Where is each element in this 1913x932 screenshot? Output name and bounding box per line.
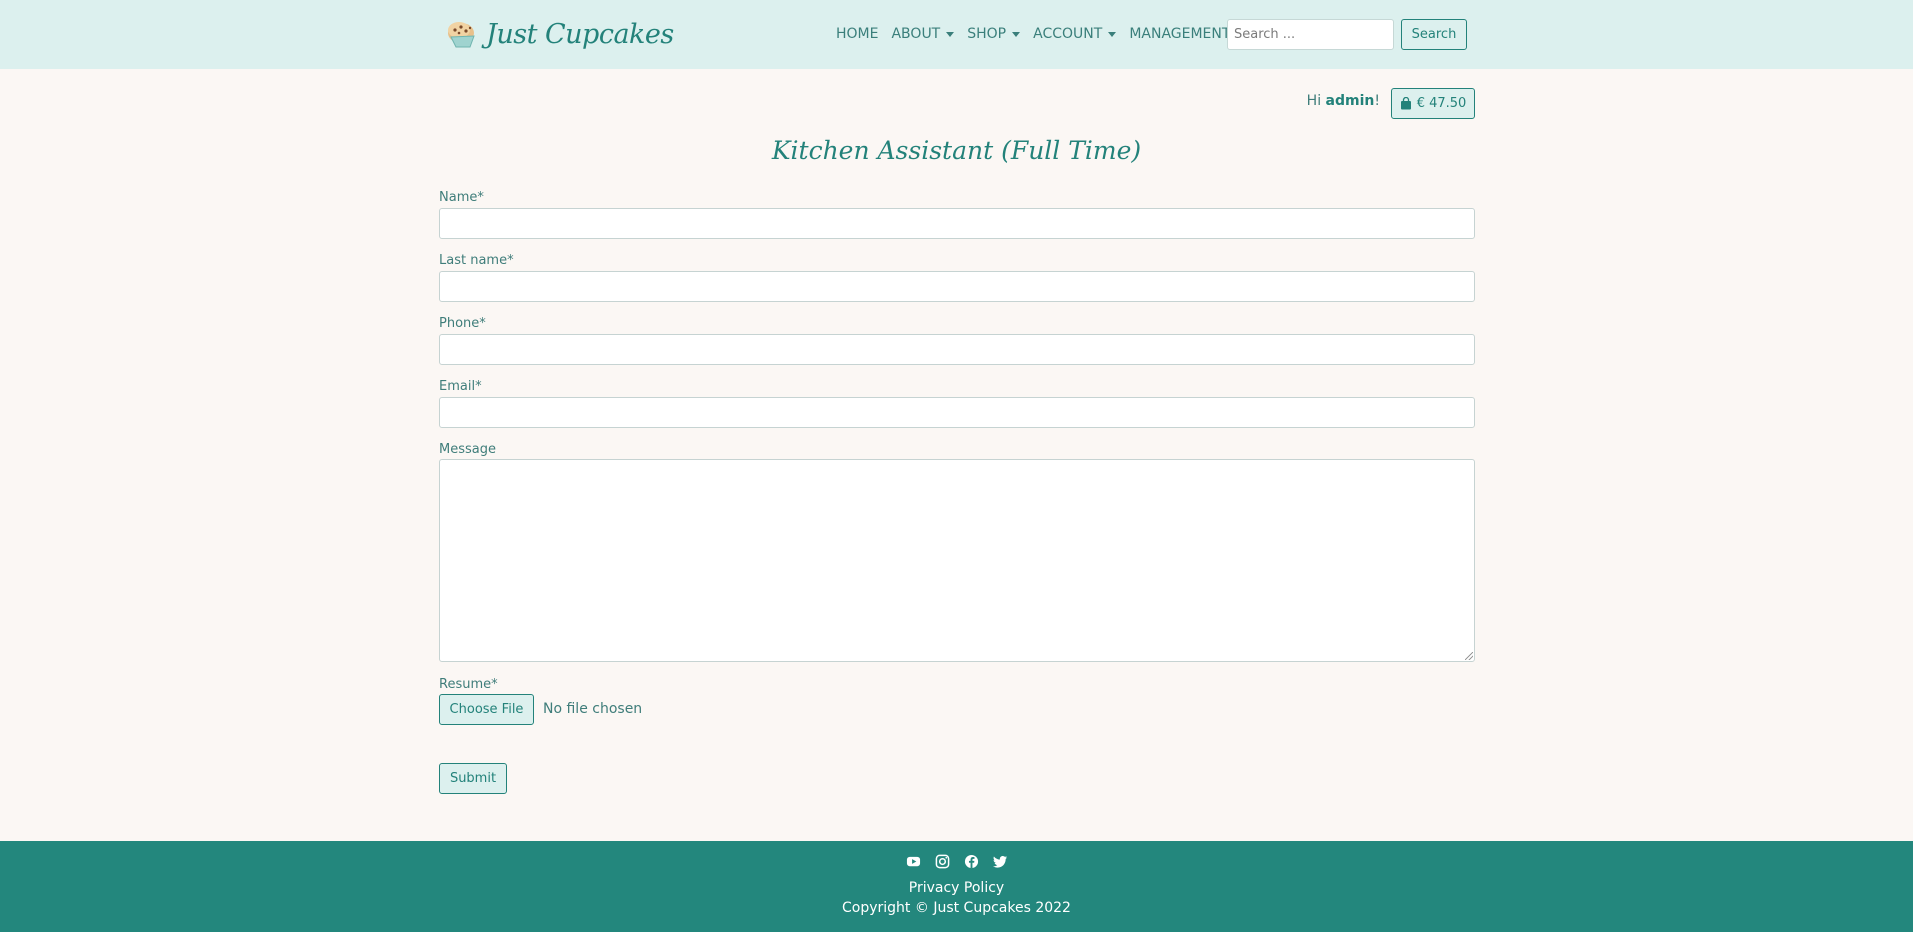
- twitter-icon[interactable]: [992, 854, 1008, 869]
- cart-total: € 47.50: [1416, 96, 1467, 111]
- resume-label: Resume*: [439, 677, 498, 692]
- privacy-policy-link[interactable]: Privacy Policy: [0, 880, 1913, 896]
- cart-button[interactable]: € 47.50: [1391, 88, 1475, 119]
- navbar: Just Cupcakes HOME ABOUT SHOP ACCOUNT MA…: [0, 0, 1913, 69]
- search-button[interactable]: Search: [1401, 19, 1467, 50]
- email-field[interactable]: [439, 397, 1475, 428]
- last-name-label: Last name*: [439, 253, 514, 268]
- instagram-icon[interactable]: [935, 854, 950, 869]
- greeting-suffix: !: [1374, 93, 1380, 109]
- nav-shop-label: SHOP: [967, 26, 1007, 42]
- last-name-field[interactable]: [439, 271, 1475, 302]
- username: admin: [1325, 93, 1375, 109]
- brand-link[interactable]: Just Cupcakes: [446, 16, 674, 52]
- page-title: Kitchen Assistant (Full Time): [771, 136, 1142, 165]
- nav-home[interactable]: HOME: [836, 26, 878, 42]
- brand-name: Just Cupcakes: [486, 18, 674, 50]
- phone-label: Phone*: [439, 316, 486, 331]
- facebook-icon[interactable]: [964, 854, 979, 869]
- shopping-bag-icon: [1400, 97, 1411, 110]
- youtube-icon[interactable]: [906, 854, 921, 869]
- social-links: [0, 854, 1913, 869]
- nav-management[interactable]: MANAGEMENT: [1129, 26, 1230, 42]
- message-field[interactable]: [439, 459, 1475, 662]
- file-status: No file chosen: [543, 701, 643, 717]
- message-wrapper: [439, 459, 1475, 662]
- email-label: Email*: [439, 379, 482, 394]
- copyright-text: Copyright © Just Cupcakes 2022: [842, 900, 1071, 916]
- nav-account-dropdown[interactable]: ACCOUNT: [1033, 26, 1117, 42]
- nav-menu: HOME ABOUT SHOP ACCOUNT MANAGEMENT: [836, 22, 1230, 46]
- message-label: Message: [439, 442, 496, 457]
- nav-about-dropdown[interactable]: ABOUT: [891, 26, 955, 42]
- nav-account-label: ACCOUNT: [1033, 26, 1103, 42]
- submit-button[interactable]: Submit: [439, 763, 507, 794]
- cupcake-logo-icon: [448, 22, 475, 48]
- caret-down-icon: [946, 31, 955, 37]
- caret-down-icon: [1108, 31, 1117, 37]
- nav-management-label: MANAGEMENT: [1129, 26, 1231, 42]
- phone-field[interactable]: [439, 334, 1475, 365]
- nav-home-label: HOME: [836, 26, 879, 42]
- name-label: Name*: [439, 190, 484, 205]
- greeting-prefix: Hi: [1306, 93, 1326, 109]
- user-greeting: Hi admin!: [1300, 93, 1380, 109]
- choose-file-button[interactable]: Choose File: [439, 694, 534, 725]
- name-field[interactable]: [439, 208, 1475, 239]
- caret-down-icon: [1012, 31, 1021, 37]
- search-input[interactable]: [1227, 19, 1394, 50]
- nav-about-label: ABOUT: [891, 26, 941, 42]
- resize-handle-icon[interactable]: [1465, 652, 1473, 660]
- nav-shop-dropdown[interactable]: SHOP: [967, 26, 1021, 42]
